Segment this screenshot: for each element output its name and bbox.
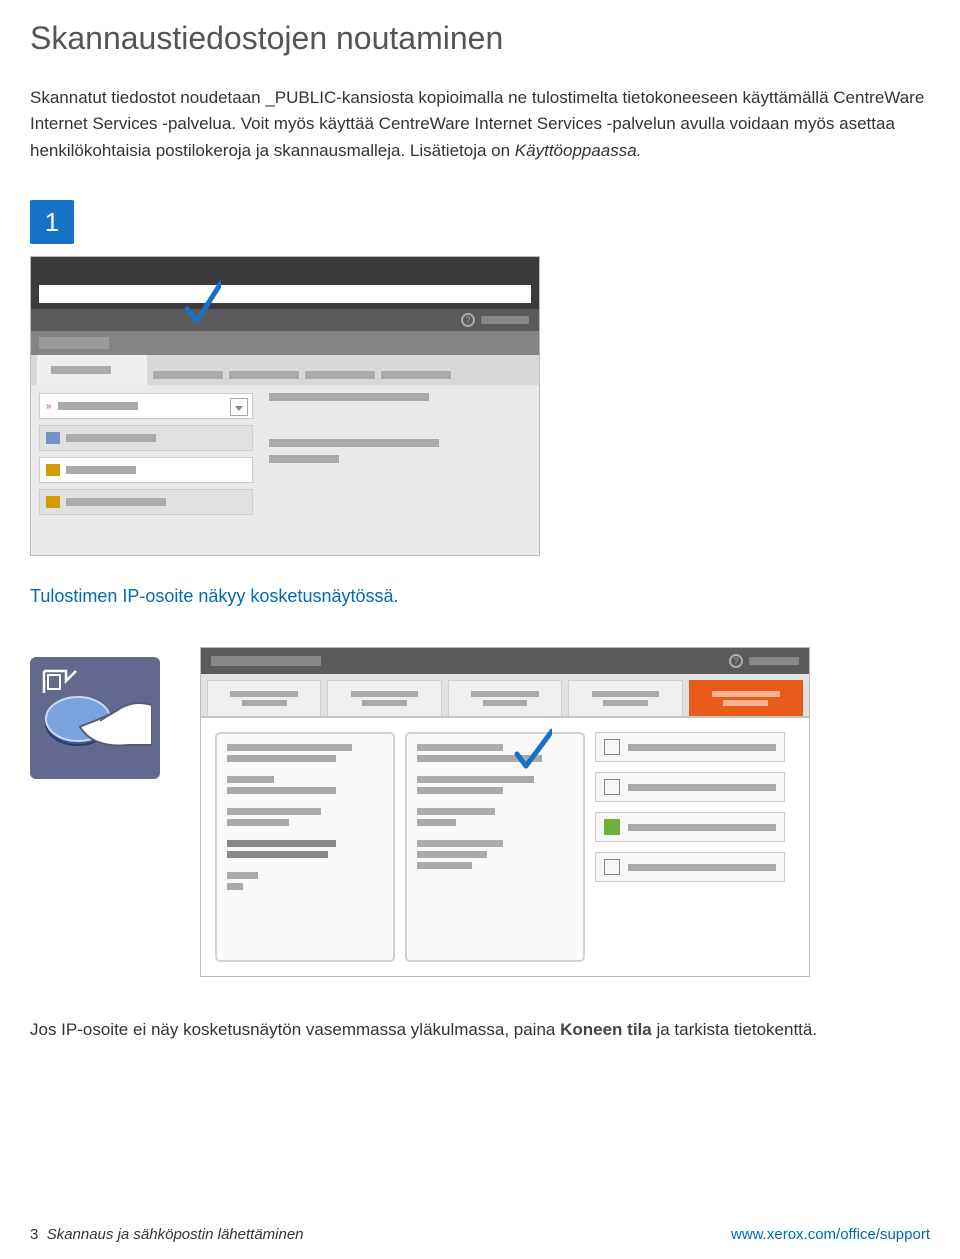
self-bar: [31, 331, 539, 355]
sidebar-label: [58, 402, 138, 410]
footer-url[interactable]: www.xerox.com/office/support: [731, 1226, 930, 1243]
panel1-body: »: [31, 385, 539, 555]
illustration-row: ?: [30, 647, 930, 977]
content-line: [269, 393, 429, 401]
touchscreen-topbar: ?: [201, 648, 809, 674]
touchscreen-column: [215, 732, 395, 962]
tab[interactable]: [153, 371, 223, 379]
footer-page: 3: [30, 1226, 38, 1243]
download-icon: [604, 819, 620, 835]
folder-icon: [46, 464, 60, 476]
note-2: Jos IP-osoite ei näy kosketusnäytön vase…: [30, 1017, 930, 1043]
sidebar-item[interactable]: [39, 457, 253, 483]
address-bar-row: [31, 279, 539, 309]
browser-window-illustration: ? »: [30, 256, 540, 556]
tab[interactable]: [305, 371, 375, 379]
toolbar-row: ?: [31, 309, 539, 331]
topbar-label: [211, 656, 321, 666]
touchscreen-illustration: ?: [200, 647, 810, 977]
caption-1: Tulostimen IP-osoite näkyy kosketusnäytö…: [30, 586, 930, 607]
sidebar-item[interactable]: »: [39, 393, 253, 419]
content-line: [269, 439, 439, 447]
note2-b: ja tarkista tietokenttä.: [652, 1020, 817, 1039]
chart-icon: [604, 859, 620, 875]
checkmark-icon: [512, 728, 552, 778]
note2-a: Jos IP-osoite ei näy kosketusnäytön vase…: [30, 1020, 560, 1039]
touchscreen-tabs: [201, 674, 809, 718]
document-icon: [604, 739, 620, 755]
dropdown-icon[interactable]: [230, 398, 248, 416]
step-number-badge: 1: [30, 200, 74, 244]
panel1-sidebar: »: [31, 385, 261, 555]
list-item[interactable]: [595, 732, 785, 762]
page-footer: 3 Skannaus ja sähköpostin lähettäminen w…: [30, 1226, 930, 1243]
tabs-row: [31, 355, 539, 385]
topbar-label: [749, 657, 799, 665]
tab-selected[interactable]: [37, 355, 147, 385]
sidebar-label: [66, 498, 166, 506]
content-line: [269, 455, 339, 463]
sidebar-item[interactable]: [39, 425, 253, 451]
computer-icon: [46, 432, 60, 444]
tab[interactable]: [327, 680, 441, 716]
address-bar[interactable]: [39, 285, 531, 303]
touchscreen-column: [405, 732, 585, 962]
touchscreen-column: [595, 732, 785, 962]
intro-paragraph: Skannatut tiedostot noudetaan _PUBLIC-ka…: [30, 85, 930, 164]
panel1-main: [261, 385, 539, 555]
list-item[interactable]: [595, 772, 785, 802]
tab[interactable]: [568, 680, 682, 716]
chevron-icon: »: [46, 401, 52, 412]
tab[interactable]: [448, 680, 562, 716]
help-icon[interactable]: ?: [729, 654, 743, 668]
intro-text: Skannatut tiedostot noudetaan _PUBLIC-ka…: [30, 88, 924, 160]
touch-button-illustration: [30, 657, 160, 779]
help-icon[interactable]: ?: [461, 313, 475, 327]
note2-bold: Koneen tila: [560, 1020, 652, 1039]
sidebar-label: [66, 434, 156, 442]
tab-selected[interactable]: [689, 680, 803, 716]
footer-doc-title: Skannaus ja sähköpostin lähettäminen: [47, 1226, 304, 1243]
footer-left: 3 Skannaus ja sähköpostin lähettäminen: [30, 1226, 304, 1243]
intro-italic: Käyttöoppaassa.: [515, 141, 642, 160]
window-titlebar: [31, 257, 539, 279]
sidebar-label: [66, 466, 136, 474]
info-icon: [604, 779, 620, 795]
checkmark-icon: [181, 279, 221, 335]
tab[interactable]: [381, 371, 451, 379]
sidebar-item[interactable]: [39, 489, 253, 515]
list-item[interactable]: [595, 852, 785, 882]
tab[interactable]: [229, 371, 299, 379]
folder-icon: [46, 496, 60, 508]
touchscreen-body: [201, 718, 809, 976]
tab[interactable]: [207, 680, 321, 716]
page-title: Skannaustiedostojen noutaminen: [30, 20, 930, 57]
toolbar-label: [481, 316, 529, 324]
list-item[interactable]: [595, 812, 785, 842]
